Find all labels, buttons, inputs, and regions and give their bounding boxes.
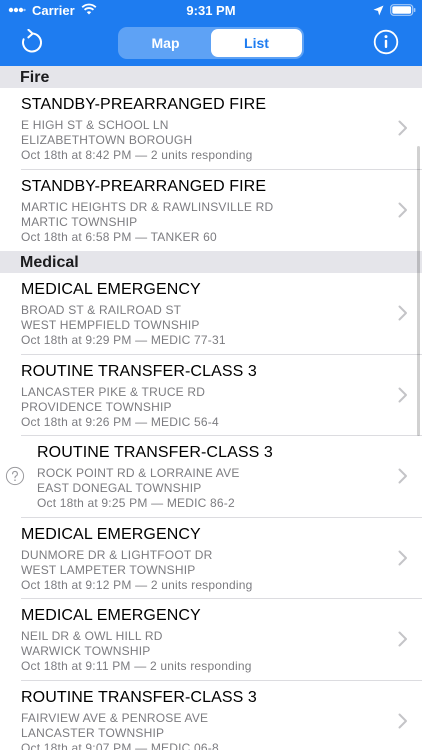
incident-row[interactable]: MEDICAL EMERGENCY DUNMORE DR & LIGHTFOOT…	[0, 517, 422, 599]
chevron-right-icon	[398, 550, 407, 565]
meta-separator: —	[135, 148, 148, 162]
segment-map[interactable]: Map	[120, 29, 211, 57]
incident-row[interactable]: MEDICAL EMERGENCY BROAD ST & RAILROAD ST…	[0, 273, 422, 355]
info-button[interactable]	[371, 29, 401, 59]
incident-type: MEDICAL EMERGENCY	[21, 607, 201, 624]
incident-type: ROUTINE TRANSFER-CLASS 3	[21, 362, 257, 380]
incident-type: MEDICAL EMERGENCY	[21, 281, 201, 298]
incident-text: MEDICAL EMERGENCY NEIL DR & OWL HILL RD …	[21, 606, 382, 674]
header: Carrier 9:31 PM Map List	[0, 0, 422, 66]
incident-location: ROCK POINT RD & LORRAINE AVE	[37, 466, 240, 480]
incident-row[interactable]: STANDBY-PREARRANGED FIRE MARTIC HEIGHTS …	[0, 169, 422, 251]
incident-location: E HIGH ST & SCHOOL LN	[21, 118, 169, 132]
meta-separator: —	[134, 659, 147, 673]
incident-units: 2 units responding	[150, 148, 253, 162]
incident-meta: Oct 18th at 6:58 PM — TANKER 60	[21, 230, 382, 245]
refresh-button[interactable]	[17, 28, 47, 60]
chevron-right-icon	[398, 387, 407, 402]
incident-date: Oct 18th at 9:25 PM	[37, 496, 148, 510]
incident-location: LANCASTER PIKE & TRUCE RD	[21, 384, 206, 399]
incident-date: Oct 18th at 9:11 PM	[21, 659, 131, 673]
incident-location: DUNMORE DR & LIGHTFOOT DR	[21, 547, 213, 562]
incident-type: MEDICAL EMERGENCY	[21, 525, 201, 543]
incident-units: TANKER 60	[150, 229, 217, 244]
incident-row[interactable]: ROUTINE TRANSFER-CLASS 3 LANCASTER PIKE …	[0, 354, 422, 436]
incident-date: Oct 18th at 9:29 PM	[21, 333, 132, 347]
incident-date: Oct 18th at 6:58 PM	[21, 229, 132, 244]
incident-date: Oct 18th at 8:42 PM	[21, 148, 132, 162]
incident-units: MEDIC 56-4	[150, 414, 219, 429]
incident-date: Oct 18th at 9:12 PM	[21, 577, 132, 592]
incident-meta: Oct 18th at 9:11 PM — 2 units responding	[21, 659, 382, 674]
status-bar: Carrier 9:31 PM	[0, 0, 422, 22]
meta-separator: —	[135, 577, 148, 592]
meta-separator: —	[135, 740, 148, 750]
scroll-indicator[interactable]	[417, 146, 420, 436]
chevron-right-icon	[398, 468, 407, 484]
incident-municipality: MARTIC TOWNSHIP	[21, 214, 138, 229]
incident-type: STANDBY-PREARRANGED FIRE	[21, 177, 267, 195]
chevron-right-icon	[398, 631, 407, 647]
section-header-medical: Medical	[0, 251, 422, 273]
location-arrow-icon	[373, 4, 384, 19]
incident-type: ROUTINE TRANSFER-CLASS 3	[37, 444, 273, 461]
chevron-right-icon	[398, 202, 407, 217]
incident-row[interactable]: ROUTINE TRANSFER-CLASS 3 FAIRVIEW AVE & …	[0, 680, 422, 750]
incident-text: MEDICAL EMERGENCY BROAD ST & RAILROAD ST…	[21, 280, 382, 348]
info-icon	[373, 29, 399, 60]
meta-separator: —	[135, 414, 148, 429]
incident-meta: Oct 18th at 8:42 PM — 2 units responding	[21, 148, 382, 163]
incident-municipality: WEST HEMPFIELD TOWNSHIP	[21, 318, 200, 332]
incident-units: MEDIC 86-2	[166, 496, 235, 510]
question-circle-icon[interactable]	[5, 466, 25, 486]
section-header-fire: Fire	[0, 66, 422, 88]
incident-text: ROUTINE TRANSFER-CLASS 3 LANCASTER PIKE …	[21, 362, 382, 430]
incident-units: 2 units responding	[150, 577, 253, 592]
meta-separator: —	[135, 229, 148, 244]
segment-list[interactable]: List	[211, 29, 302, 57]
incident-date: Oct 18th at 9:07 PM	[21, 740, 132, 750]
incident-municipality: PROVIDENCE TOWNSHIP	[21, 399, 172, 414]
incident-municipality: WEST LAMPETER TOWNSHIP	[21, 562, 196, 577]
incident-meta: Oct 18th at 9:26 PM — MEDIC 56-4	[21, 415, 382, 430]
incident-location: BROAD ST & RAILROAD ST	[21, 303, 182, 317]
chevron-right-icon	[398, 305, 407, 321]
incident-row[interactable]: ROUTINE TRANSFER-CLASS 3 ROCK POINT RD &…	[0, 436, 422, 518]
status-right	[373, 4, 416, 19]
incident-municipality: EAST DONEGAL TOWNSHIP	[37, 481, 202, 495]
incident-meta: Oct 18th at 9:29 PM — MEDIC 77-31	[21, 333, 382, 348]
map-list-segmented-control: Map List	[118, 27, 304, 59]
incident-units: 2 units responding	[149, 659, 252, 673]
incident-municipality: WARWICK TOWNSHIP	[21, 644, 151, 658]
incident-meta: Oct 18th at 9:12 PM — 2 units responding	[21, 578, 382, 593]
incident-text: MEDICAL EMERGENCY DUNMORE DR & LIGHTFOOT…	[21, 525, 382, 593]
incident-meta: Oct 18th at 9:25 PM — MEDIC 86-2	[37, 496, 382, 511]
incident-type: ROUTINE TRANSFER-CLASS 3	[21, 688, 257, 706]
meta-separator: —	[135, 333, 148, 347]
status-time: 9:31 PM	[186, 3, 236, 18]
chevron-right-icon	[398, 120, 407, 136]
incident-location: NEIL DR & OWL HILL RD	[21, 629, 163, 643]
incident-text: STANDBY-PREARRANGED FIRE MARTIC HEIGHTS …	[21, 177, 382, 245]
incident-list[interactable]: Fire STANDBY-PREARRANGED FIRE E HIGH ST …	[0, 66, 422, 750]
incident-units: MEDIC 06-8	[150, 740, 219, 750]
incident-date: Oct 18th at 9:26 PM	[21, 414, 132, 429]
nav-bar: Map List	[0, 22, 422, 66]
incident-text: ROUTINE TRANSFER-CLASS 3 ROCK POINT RD &…	[37, 443, 382, 511]
incident-text: STANDBY-PREARRANGED FIRE E HIGH ST & SCH…	[21, 95, 382, 163]
incident-municipality: LANCASTER TOWNSHIP	[21, 725, 165, 740]
incident-municipality: ELIZABETHTOWN BOROUGH	[21, 133, 193, 147]
incident-row[interactable]: MEDICAL EMERGENCY NEIL DR & OWL HILL RD …	[0, 599, 422, 681]
incident-row[interactable]: STANDBY-PREARRANGED FIRE E HIGH ST & SCH…	[0, 88, 422, 170]
incident-location: FAIRVIEW AVE & PENROSE AVE	[21, 710, 209, 725]
refresh-icon	[20, 28, 44, 60]
battery-icon	[390, 4, 416, 19]
incident-location: MARTIC HEIGHTS DR & RAWLINSVILLE RD	[21, 199, 274, 214]
chevron-right-icon	[398, 713, 407, 728]
incident-text: ROUTINE TRANSFER-CLASS 3 FAIRVIEW AVE & …	[21, 688, 382, 750]
incident-units: MEDIC 77-31	[150, 333, 226, 347]
incident-meta: Oct 18th at 9:07 PM — MEDIC 06-8	[21, 741, 382, 750]
meta-separator: —	[151, 496, 164, 510]
incident-type: STANDBY-PREARRANGED FIRE	[21, 96, 267, 113]
